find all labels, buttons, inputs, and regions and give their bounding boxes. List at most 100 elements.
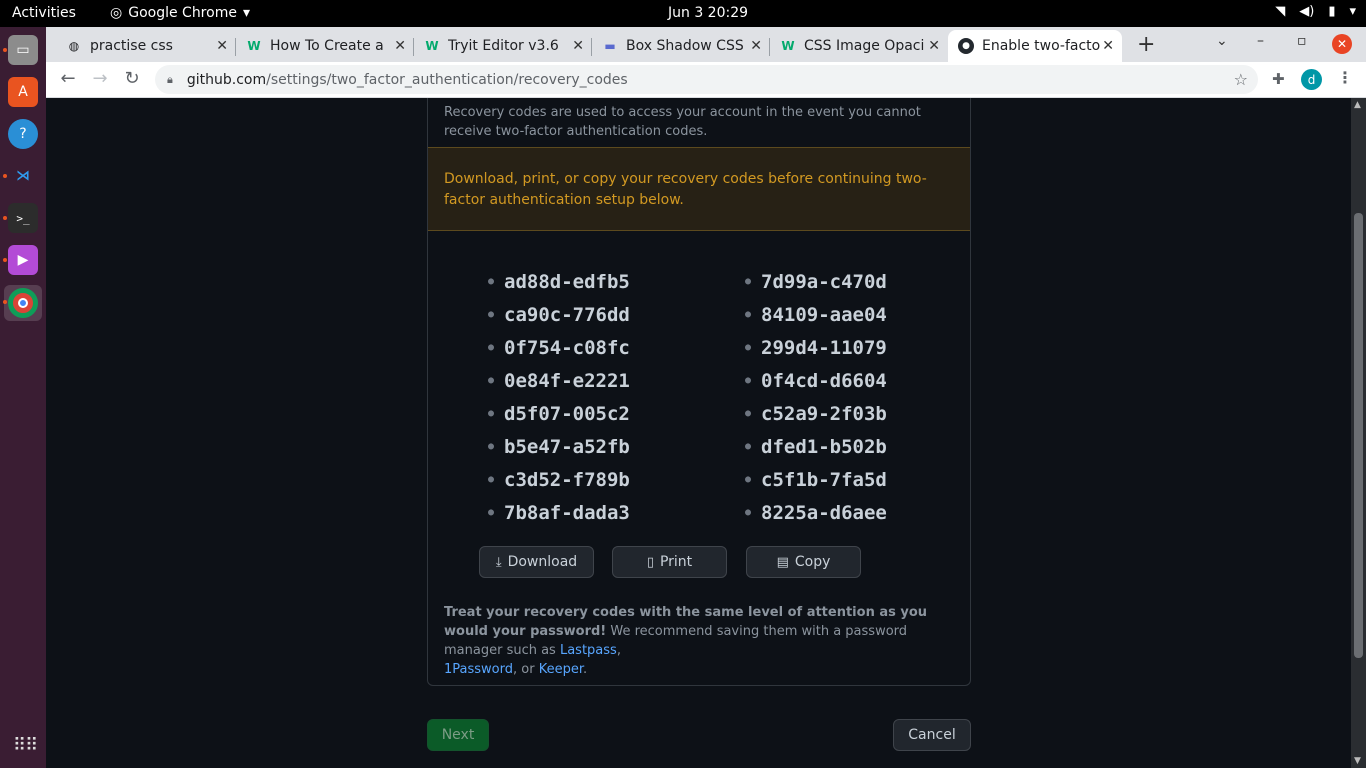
recovery-code-text: ad88d-edfb5: [504, 270, 630, 293]
close-window-button[interactable]: ✕: [1332, 34, 1352, 54]
app-menu[interactable]: ◎ Google Chrome ▾: [110, 5, 250, 21]
new-tab-button[interactable]: +: [1137, 32, 1155, 57]
recovery-code-text: b5e47-a52fb: [504, 435, 630, 458]
keeper-link[interactable]: Keeper: [539, 662, 583, 677]
menu-kebab-icon[interactable]: ⋮: [1337, 68, 1353, 87]
lock-icon[interactable]: 🔒︎: [167, 73, 173, 87]
scroll-up-icon[interactable]: ▲: [1354, 100, 1361, 110]
bullet-icon: ●: [488, 408, 495, 419]
running-indicator: [3, 216, 7, 220]
tab-title: Enable two-facto: [982, 38, 1101, 54]
software-icon[interactable]: A: [8, 77, 38, 107]
close-icon[interactable]: ✕: [572, 38, 584, 54]
recovery-code: ● ca90c-776dd: [488, 298, 630, 331]
close-icon[interactable]: ✕: [394, 38, 406, 54]
download-button[interactable]: ⤓ Download: [479, 546, 594, 578]
back-icon[interactable]: ←: [56, 68, 80, 89]
running-indicator: [3, 48, 7, 52]
cancel-button[interactable]: Cancel: [893, 719, 971, 751]
bullet-icon: ●: [745, 342, 752, 353]
close-icon[interactable]: ✕: [1102, 38, 1114, 54]
w3schools-icon: W: [247, 39, 261, 53]
page-icon: ▬: [604, 39, 616, 53]
forward-icon[interactable]: →: [88, 68, 112, 89]
print-button[interactable]: ▯ Print: [612, 546, 727, 578]
restore-icon[interactable]: ▫: [1297, 33, 1307, 49]
recovery-code: ● c3d52-f789b: [488, 463, 630, 496]
help-icon[interactable]: ?: [8, 119, 38, 149]
tab-title: Box Shadow CSS: [626, 38, 744, 54]
vscode-icon[interactable]: ⋊: [8, 161, 38, 191]
minimize-icon[interactable]: –: [1257, 33, 1264, 49]
tab-how-to-create[interactable]: W How To Create a ✕: [236, 30, 414, 62]
download-icon: ⤓: [495, 554, 502, 570]
recovery-code-text: 0e84f-e2221: [504, 369, 630, 392]
tab-search-icon[interactable]: ⌄: [1216, 33, 1228, 49]
tab-box-shadow[interactable]: ▬ Box Shadow CSS ✕: [592, 30, 770, 62]
recovery-code: ● b5e47-a52fb: [488, 430, 630, 463]
tab-tryit-editor[interactable]: W Tryit Editor v3.6 ✕: [414, 30, 592, 62]
extensions-icon[interactable]: ✚: [1272, 70, 1285, 88]
1password-link[interactable]: 1Password: [444, 662, 513, 677]
files-icon[interactable]: ▭: [8, 35, 38, 65]
recovery-intro-text: Recovery codes are used to access your a…: [444, 105, 921, 139]
volume-icon: ◀): [1299, 4, 1315, 19]
recovery-code: ● 7b8af-dada3: [488, 496, 630, 529]
close-icon[interactable]: ✕: [750, 38, 762, 54]
scrollbar-thumb[interactable]: [1354, 213, 1363, 658]
battery-icon: ▮: [1328, 4, 1336, 19]
bookmark-star-icon[interactable]: ☆: [1234, 70, 1248, 89]
chevron-down-icon: ▾: [1349, 4, 1356, 19]
recovery-code: ● 0f4cd-d6604: [745, 364, 887, 397]
show-apps-icon[interactable]: ⠿⠿: [13, 735, 38, 756]
browser-toolbar: ← → ↻ 🔒︎ github.com/settings/two_factor_…: [46, 62, 1366, 98]
chrome-small-icon: ◎: [110, 5, 123, 21]
page-scrollbar[interactable]: ▲ ▼: [1351, 98, 1366, 768]
recovery-code: ● ad88d-edfb5: [488, 265, 630, 298]
codes-column-right: ● 7d99a-c470d ● 84109-aae04 ● 299d4-11079 ●…: [745, 265, 887, 529]
scroll-down-icon[interactable]: ▼: [1354, 756, 1361, 766]
recovery-code-text: 0f754-c08fc: [504, 336, 630, 359]
recovery-code: ● 7d99a-c470d: [745, 265, 887, 298]
recovery-code: ● dfed1-b502b: [745, 430, 887, 463]
terminal-icon[interactable]: >_: [8, 203, 38, 233]
recovery-code-text: 7d99a-c470d: [761, 270, 887, 293]
profile-avatar[interactable]: d: [1301, 69, 1322, 90]
tab-title: practise css: [90, 38, 173, 54]
tab-practise-css[interactable]: ◍ practise css ✕: [56, 30, 236, 62]
address-bar[interactable]: 🔒︎ github.com/settings/two_factor_authen…: [155, 65, 1258, 94]
recovery-code: ● 8225a-d6aee: [745, 496, 887, 529]
tab-css-image-opacity[interactable]: W CSS Image Opaci ✕: [770, 30, 948, 62]
recovery-code: ● c5f1b-7fa5d: [745, 463, 887, 496]
bullet-icon: ●: [488, 474, 495, 485]
next-button[interactable]: Next: [427, 719, 489, 751]
chrome-icon[interactable]: [8, 288, 38, 318]
activities-button[interactable]: Activities: [12, 5, 76, 21]
reload-icon[interactable]: ↻: [120, 68, 144, 89]
bullet-icon: ●: [745, 309, 752, 320]
url-path: /settings/two_factor_authentication/reco…: [266, 71, 628, 88]
recovery-code: ● 0e84f-e2221: [488, 364, 630, 397]
recovery-code-text: 8225a-d6aee: [761, 501, 887, 524]
tab-enable-two-factor[interactable]: ● Enable two-facto ✕: [948, 30, 1122, 62]
tab-strip: ◍ practise css ✕ W How To Create a ✕ W T…: [46, 27, 1366, 62]
w3schools-icon: W: [781, 39, 795, 53]
clipboard-icon: ▤: [776, 554, 789, 570]
url-host: github.com: [186, 71, 267, 88]
recovery-code-text: 299d4-11079: [761, 336, 887, 359]
lastpass-link[interactable]: Lastpass: [560, 643, 617, 658]
security-note: Treat your recovery codes with the same …: [444, 603, 954, 679]
close-icon[interactable]: ✕: [216, 38, 228, 54]
recovery-code-text: 7b8af-dada3: [504, 501, 630, 524]
bullet-icon: ●: [488, 375, 495, 386]
video-icon[interactable]: ▶: [8, 245, 38, 275]
page-content: Recovery codes are used to access your a…: [46, 98, 1351, 768]
clock[interactable]: Jun 3 20:29: [668, 5, 748, 21]
system-tray[interactable]: ◥ ◀) ▮ ▾: [1275, 4, 1356, 19]
bullet-icon: ●: [488, 342, 495, 353]
recovery-code: ● 84109-aae04: [745, 298, 887, 331]
bullet-icon: ●: [488, 309, 495, 320]
copy-button[interactable]: ▤ Copy: [746, 546, 861, 578]
recovery-code-text: 0f4cd-d6604: [761, 369, 887, 392]
close-icon[interactable]: ✕: [928, 38, 940, 54]
